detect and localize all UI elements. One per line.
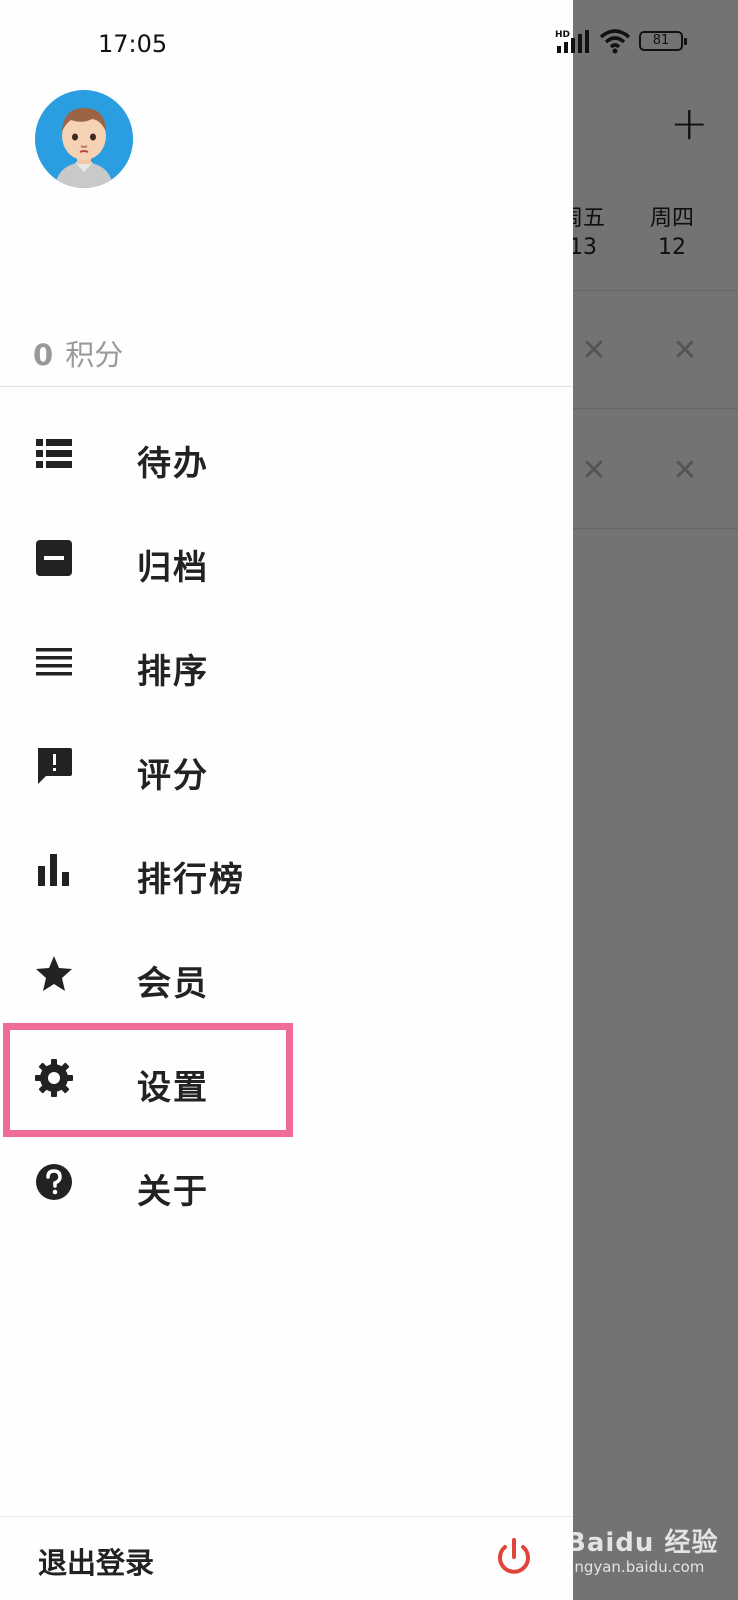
- menu-item-todo[interactable]: 待办: [0, 406, 573, 506]
- star-icon: [36, 956, 72, 991]
- menu-label: 待办: [137, 444, 209, 484]
- points-label: 积分: [65, 338, 124, 372]
- menu-item-leaderboard[interactable]: 排行榜: [0, 822, 573, 922]
- menu-label: 评分: [137, 756, 209, 796]
- bar-chart-icon: [38, 854, 69, 886]
- menu-item-about[interactable]: 关于: [0, 1134, 573, 1234]
- watermark: Baidu 经验: [566, 1528, 719, 1558]
- watermark-url: jingyan.baidu.com: [566, 1558, 705, 1576]
- menu-item-sort[interactable]: 排序: [0, 614, 573, 714]
- divider: [0, 386, 573, 387]
- navigation-drawer: 17:05 HD 81 0 积分 待办 归档 排序 评分 排行榜 会员 设置 关…: [0, 0, 687, 1600]
- menu-label: 会员: [137, 964, 209, 1004]
- avatar-illustration: [35, 90, 133, 188]
- archive-icon: [36, 540, 72, 576]
- help-icon: [36, 1164, 72, 1200]
- avatar[interactable]: [35, 90, 133, 188]
- list-icon: [36, 439, 72, 468]
- menu-item-archive[interactable]: 归档: [0, 510, 573, 610]
- network-label: HD: [555, 30, 570, 40]
- status-time: 17:05: [98, 30, 168, 58]
- divider: [0, 1516, 573, 1517]
- points-display: 0 积分: [33, 332, 123, 374]
- menu-label: 排行榜: [137, 860, 245, 900]
- sort-icon: [36, 648, 72, 676]
- menu-label: 归档: [137, 548, 209, 588]
- menu-item-membership[interactable]: 会员: [0, 926, 573, 1026]
- battery-level: 81: [652, 33, 670, 48]
- menu-label: 排序: [137, 652, 209, 692]
- points-value: 0: [33, 338, 54, 372]
- menu-item-rating[interactable]: 评分: [0, 718, 573, 818]
- power-icon[interactable]: [492, 1535, 536, 1579]
- signal-icon: HD: [555, 30, 589, 53]
- logout-button[interactable]: 退出登录: [38, 1540, 154, 1582]
- status-icons: HD 81: [555, 28, 687, 54]
- wifi-icon: [599, 29, 631, 54]
- highlight-box: [3, 1023, 293, 1137]
- feedback-icon: [38, 748, 72, 784]
- battery-icon: 81: [639, 31, 687, 51]
- menu-label: 关于: [137, 1172, 209, 1212]
